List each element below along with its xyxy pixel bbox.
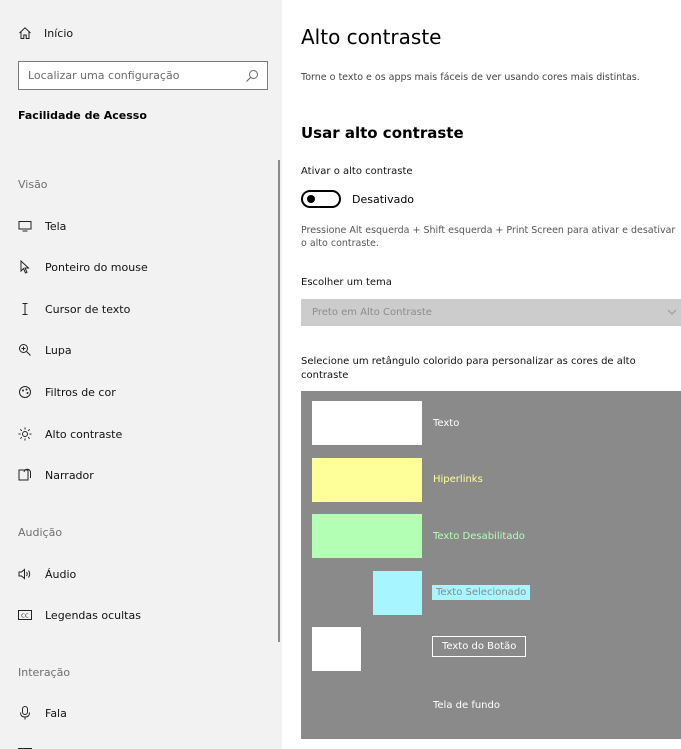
selected-text-color-label: Texto Selecionado [432,585,531,600]
home-link[interactable]: Início [18,26,73,40]
magnifier-icon [18,343,32,357]
microphone-icon [18,706,32,720]
sidebar-item-label: Cursor de texto [45,302,131,316]
hyperlinks-color-swatch[interactable] [312,458,422,502]
search-icon[interactable] [245,69,259,83]
color-palette: Texto Hiperlinks Texto Desabilitado Text… [301,391,681,739]
sidebar-item-label: Ponteiro do mouse [45,260,148,274]
sidebar-item-label: Áudio [45,567,77,581]
monitor-icon [18,219,32,233]
section-title: Facilidade de Acesso [18,109,147,122]
sidebar-item-tela[interactable]: Tela [18,216,66,236]
group-label-vision: Visão [18,178,48,191]
sidebar-item-label: Legendas ocultas [45,608,141,622]
shortcut-hint: Pressione Alt esquerda + Shift esquerda … [301,225,676,249]
text-color-label: Texto [433,418,460,429]
group-label-interaction: Interação [18,666,71,679]
search-placeholder: Localizar uma configuração [28,69,180,82]
hyperlinks-color-label: Hiperlinks [433,474,483,485]
sidebar-item-fala[interactable]: Fala [18,703,67,723]
main-content: Alto contraste Torne o texto e os apps m… [301,0,681,749]
page-subtitle: Torne o texto e os apps mais fáceis de v… [301,72,640,83]
home-icon [19,27,31,39]
text-color-swatch[interactable] [312,401,422,445]
disabled-text-color-label: Texto Desabilitado [433,531,525,542]
sidebar-item-legendas-ocultas[interactable]: CC Legendas ocultas [18,605,141,625]
high-contrast-toggle[interactable]: Desativado [301,190,414,208]
group-label-hearing: Audição [18,526,63,539]
sidebar-item-audio[interactable]: Áudio [18,564,76,584]
narrator-icon [18,468,32,482]
mouse-pointer-icon [18,260,32,274]
color-filter-icon [18,385,32,399]
closed-captions-icon: CC [18,608,32,622]
sidebar-item-label: Tela [45,219,67,233]
sidebar-scrollbar[interactable] [278,160,280,642]
button-text-color-label: Texto do Botão [432,636,527,657]
theme-select[interactable]: Preto em Alto Contraste [301,299,681,326]
button-text-color-swatch[interactable] [312,627,361,671]
toggle-switch[interactable] [301,190,341,208]
palette-description: Selecione um retângulo colorido para per… [301,356,636,381]
speaker-icon [18,567,32,581]
sidebar-item-label: Alto contraste [45,427,123,441]
sidebar-item-narrador[interactable]: Narrador [18,465,94,485]
svg-text:CC: CC [21,614,29,620]
disabled-text-color-swatch[interactable] [312,514,422,558]
toggle-state: Desativado [352,192,415,206]
sidebar-item-label: Lupa [45,343,72,357]
brightness-icon [18,427,32,441]
selected-text-color-swatch[interactable] [373,571,422,615]
sidebar-item-label: Filtros de cor [45,385,116,399]
chevron-down-icon [667,309,677,315]
home-label: Início [44,26,74,40]
sidebar-item-ponteiro-do-mouse[interactable]: Ponteiro do mouse [18,257,148,277]
sidebar-item-label: Fala [45,706,67,720]
sidebar-item-lupa[interactable]: Lupa [18,340,72,360]
background-color-label[interactable]: Tela de fundo [433,700,500,711]
sidebar: Início Localizar uma configuração Facili… [0,0,282,749]
sidebar-item-partial[interactable] [18,743,45,749]
toggle-knob [307,195,315,203]
sidebar-item-label: Narrador [45,468,94,482]
theme-label: Escolher um tema [301,277,392,288]
search-input[interactable]: Localizar uma configuração [18,61,268,90]
sidebar-item-filtros-de-cor[interactable]: Filtros de cor [18,382,116,402]
page-title: Alto contraste [301,25,442,49]
toggle-label: Ativar o alto contraste [301,166,413,177]
theme-value: Preto em Alto Contraste [312,307,432,318]
sidebar-item-cursor-de-texto[interactable]: Cursor de texto [18,299,130,319]
sidebar-item-alto-contraste[interactable]: Alto contraste [18,424,122,444]
section-heading: Usar alto contraste [301,124,464,142]
text-cursor-icon [18,302,32,316]
